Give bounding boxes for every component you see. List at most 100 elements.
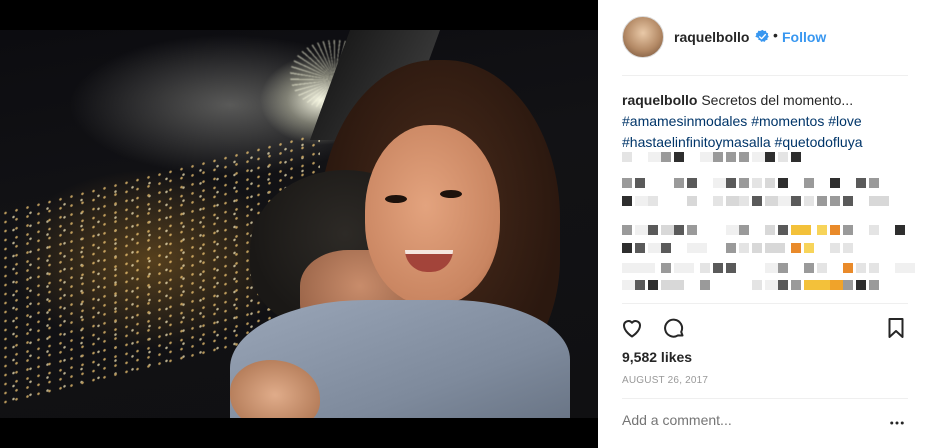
pixel-block	[869, 225, 879, 235]
pixel-block	[895, 263, 915, 273]
pixel-block	[635, 178, 645, 188]
pixel-block	[739, 225, 749, 235]
comments-divider	[622, 303, 908, 304]
pixel-block	[674, 178, 684, 188]
pixel-block	[661, 152, 671, 162]
pixel-block	[856, 178, 866, 188]
pixel-block	[674, 152, 684, 162]
pixel-block	[674, 225, 684, 235]
pixel-block	[843, 280, 853, 290]
pixel-block	[843, 225, 853, 235]
pixel-block	[739, 152, 749, 162]
post-photo-pane	[0, 0, 598, 448]
pixel-block	[622, 178, 632, 188]
pixel-block	[869, 196, 889, 206]
pixel-block	[843, 243, 853, 253]
comment-bubble-icon[interactable]	[662, 316, 686, 340]
pixel-block	[778, 225, 788, 235]
pixel-block	[622, 225, 632, 235]
pixel-block	[843, 263, 853, 273]
pixel-block	[817, 196, 827, 206]
pixel-block	[791, 225, 811, 235]
pixel-block	[752, 196, 762, 206]
pixel-block	[648, 280, 658, 290]
hashtag-link[interactable]: #quetodofluya	[775, 134, 863, 150]
follow-button[interactable]: Follow	[782, 29, 826, 45]
hashtag-link[interactable]: #amamesinmodales	[622, 113, 747, 129]
pixel-block	[830, 196, 840, 206]
pixel-block	[622, 243, 632, 253]
pixel-block	[778, 263, 788, 273]
pixel-block	[856, 280, 866, 290]
action-bar	[620, 316, 910, 340]
pixel-block	[726, 178, 736, 188]
heart-icon[interactable]	[620, 316, 644, 340]
avatar[interactable]	[622, 16, 664, 58]
pixel-block	[661, 243, 671, 253]
pixel-block	[635, 243, 645, 253]
pixel-block	[661, 263, 671, 273]
likes-count[interactable]: 9,582 likes	[622, 349, 692, 365]
pixel-block	[713, 263, 723, 273]
pixel-block	[804, 263, 814, 273]
pixel-block	[817, 225, 827, 235]
eye-left	[385, 195, 407, 203]
pixel-block	[791, 243, 801, 253]
hashtag-link[interactable]: #hastaelinfinitoymasalla	[622, 134, 771, 150]
pixel-block	[895, 225, 905, 235]
pixel-block	[700, 263, 710, 273]
username-link[interactable]: raquelbollo	[674, 29, 749, 45]
post-caption: raquelbollo Secretos del momento... #ama…	[622, 90, 912, 153]
pixel-block	[869, 178, 879, 188]
pixel-block	[752, 243, 762, 253]
separator-dot: •	[773, 27, 778, 43]
pixel-block	[635, 263, 655, 273]
pixel-block	[687, 243, 707, 253]
pixel-block	[700, 280, 710, 290]
caption-text: Secretos del momento...	[701, 92, 854, 108]
caption-username[interactable]: raquelbollo	[622, 92, 697, 108]
pixel-block	[752, 280, 762, 290]
hashtag-link[interactable]: #love	[828, 113, 861, 129]
pixel-block	[791, 196, 801, 206]
pixel-block	[804, 196, 814, 206]
pixel-block	[635, 280, 645, 290]
header-divider	[622, 75, 908, 76]
pixel-block	[778, 152, 788, 162]
hashtag-link[interactable]: #momentos	[751, 113, 824, 129]
more-options-icon[interactable]	[888, 414, 906, 432]
pixel-block	[869, 263, 879, 273]
pixel-block	[726, 243, 736, 253]
pixel-block	[739, 196, 749, 206]
pixel-block	[778, 280, 788, 290]
pixel-block	[674, 263, 694, 273]
pixel-block	[739, 243, 749, 253]
pixel-block	[674, 280, 684, 290]
pixel-block	[687, 225, 697, 235]
post-sidebar: raquelbollo • Follow raquelbollo Secreto…	[598, 0, 932, 448]
pixel-block	[726, 263, 736, 273]
pixel-block	[843, 196, 853, 206]
pixel-block	[817, 263, 827, 273]
verified-badge-icon	[755, 29, 769, 42]
pixel-block	[830, 178, 840, 188]
pixel-block	[752, 178, 762, 188]
pixel-block	[778, 178, 788, 188]
post-photo[interactable]	[0, 30, 598, 418]
pixel-block	[804, 243, 814, 253]
pixel-block	[648, 225, 658, 235]
pixel-block	[791, 280, 801, 290]
post-date[interactable]: AUGUST 26, 2017	[622, 375, 708, 386]
woman-face	[365, 125, 500, 305]
pixel-block	[765, 243, 785, 253]
pixel-block	[622, 196, 632, 206]
pixel-block	[713, 152, 723, 162]
add-comment-input[interactable]	[622, 412, 872, 428]
pixel-block	[791, 152, 801, 162]
pixel-block	[765, 225, 775, 235]
bookmark-icon[interactable]	[884, 316, 908, 340]
pixel-block	[856, 263, 866, 273]
pixel-block	[830, 243, 840, 253]
eye-right	[440, 190, 462, 198]
pixel-block	[687, 178, 697, 188]
